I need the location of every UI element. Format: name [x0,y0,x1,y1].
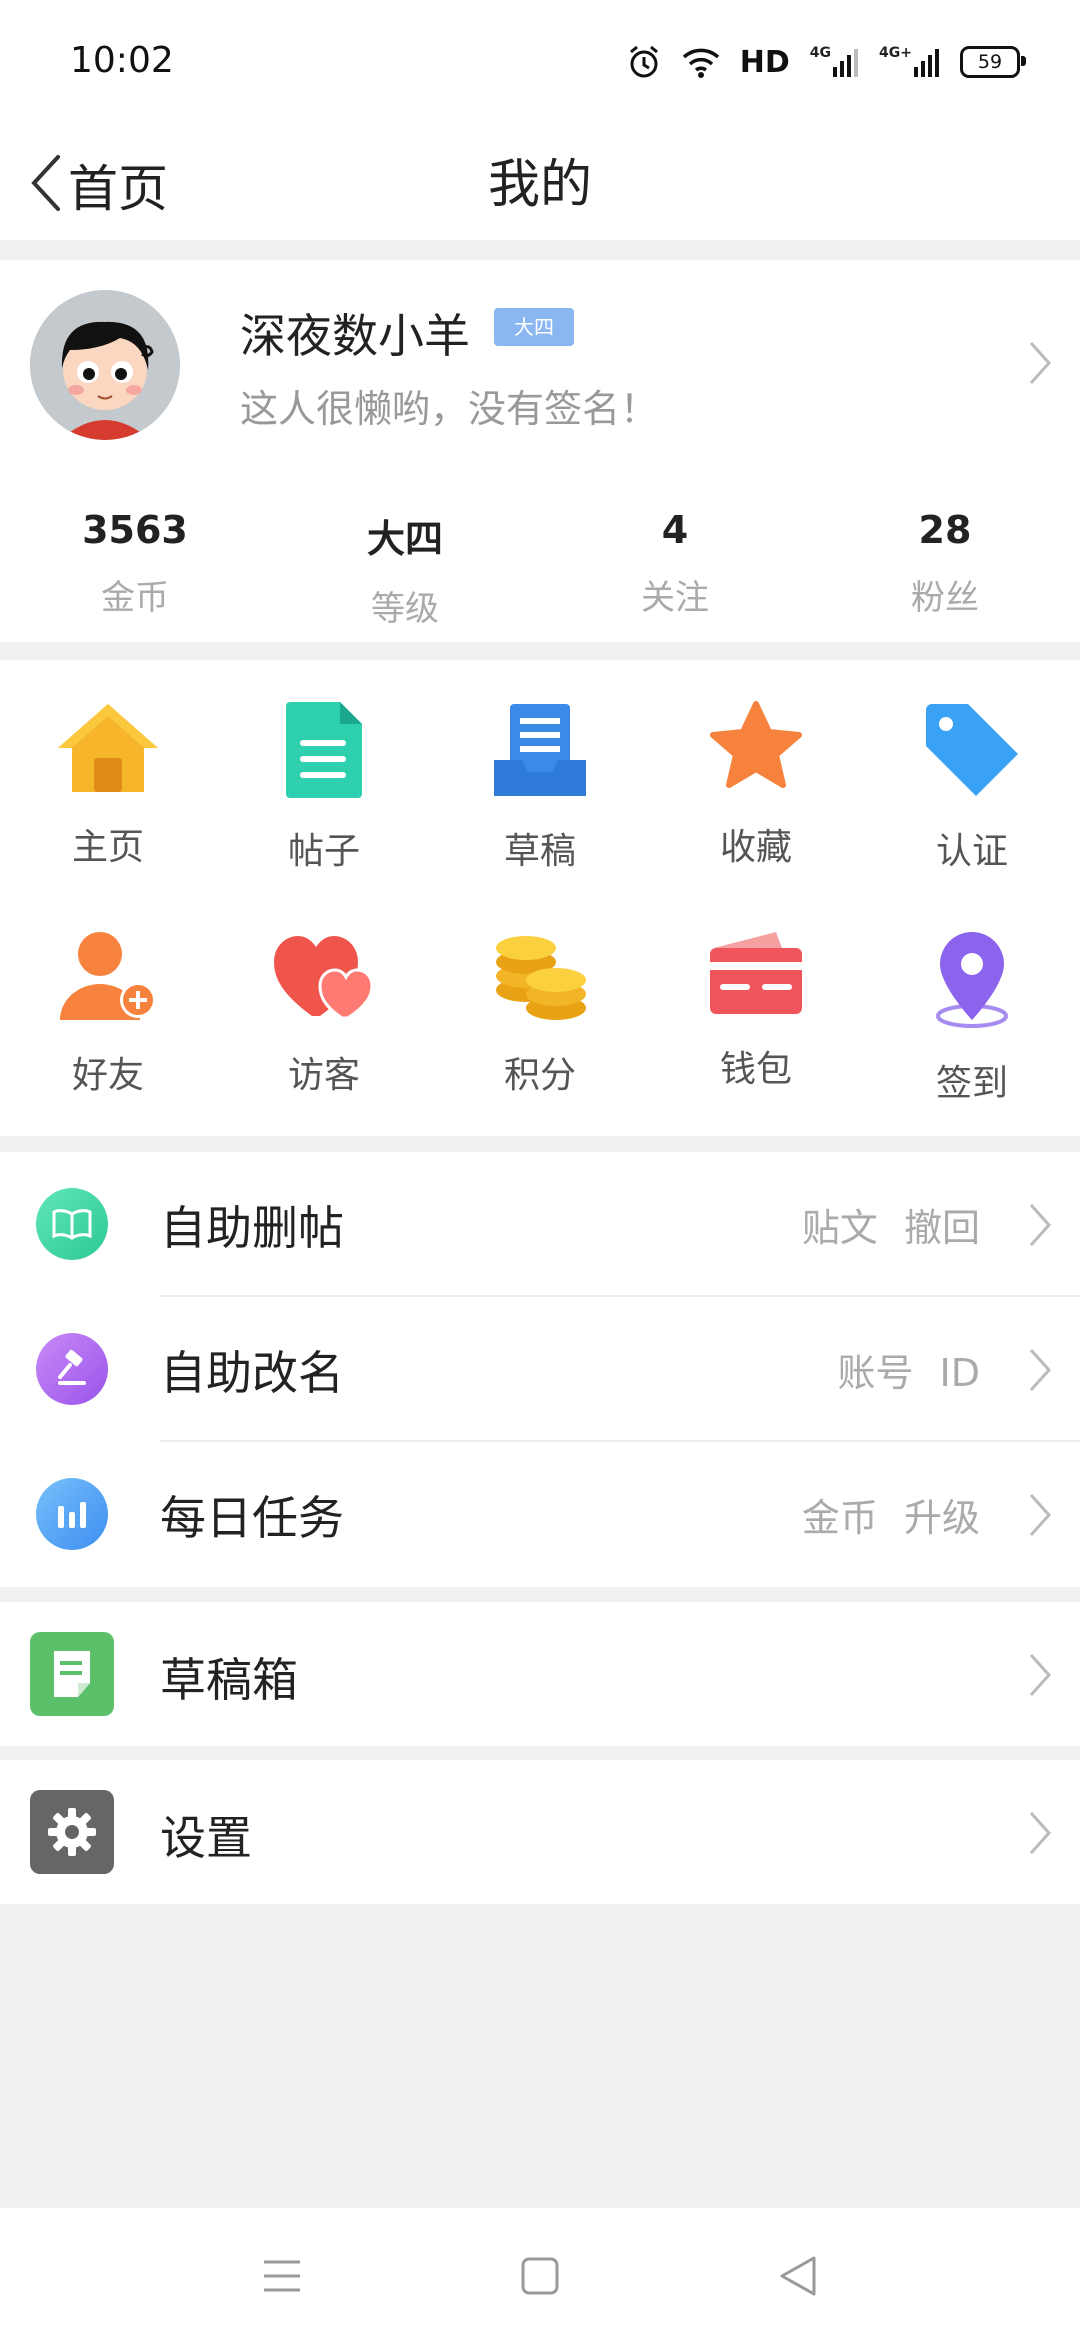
grid-row: 好友 访客 积分 钱包 签到 [0,888,1080,1104]
grid-label: 认证 [935,831,1008,872]
list-item-self-delete[interactable]: 自助删帖 贴文 撤回 [0,1152,1080,1297]
chevron-right-icon [1028,1652,1052,1702]
chevron-left-icon [28,153,64,217]
alarm-icon [626,44,662,80]
stat-value: 28 [918,508,972,552]
signal-4g-icon: 4G [810,45,859,77]
list-label: 自助删帖 [160,1200,344,1255]
grid-item-drafts[interactable]: 草稿 [432,660,648,872]
menu-icon[interactable] [252,2246,312,2306]
list-item-daily-tasks[interactable]: 每日任务 金币 升级 [0,1442,1080,1587]
grid-item-favorites[interactable]: 收藏 [648,660,864,868]
location-pin-icon [917,928,1027,1032]
avatar[interactable] [30,290,180,440]
grid-label: 收藏 [719,827,792,868]
service-list: 自助删帖 贴文 撤回 自助改名 账号 ID 每日任务 金币 升级 [0,1152,1080,1587]
coins-icon [485,928,595,1024]
back-button[interactable]: 首页 [28,140,168,230]
gear-icon [30,1790,114,1874]
grid-item-wallet[interactable]: 钱包 [648,888,864,1090]
level-badge: 大四 [494,308,574,346]
list-trail: 账号 ID [837,1351,980,1395]
chevron-right-icon [1028,1347,1052,1397]
list-label: 自助改名 [160,1345,344,1400]
grid-item-posts[interactable]: 帖子 [216,660,432,872]
grid-item-visitors[interactable]: 访客 [216,888,432,1096]
home-icon [53,700,163,796]
wifi-icon [682,46,720,78]
grid-label: 草稿 [503,831,576,872]
grid-label: 访客 [287,1055,360,1096]
chevron-right-icon [1028,1492,1052,1542]
feature-grid: 主页 帖子 草稿 收藏 认证 好友 访客 积分 钱包 签到 [0,660,1080,1136]
signal-4g-plus-icon: 4G+ [879,45,940,77]
grid-item-checkin[interactable]: 签到 [864,888,1080,1104]
avatar-image [30,290,180,440]
system-nav-bar [0,2208,1080,2340]
list-item-draft-box[interactable]: 草稿箱 [0,1602,1080,1746]
draft-tray-icon [485,700,595,800]
grid-item-friends[interactable]: 好友 [0,888,216,1096]
grid-item-verify[interactable]: 认证 [864,660,1080,872]
status-icons: HD 4G 4G+ 59 [626,42,1026,82]
stat-coins[interactable]: 3563 金币 [0,500,270,630]
battery-icon: 59 [960,46,1026,78]
stats-row: 3563 金币 大四 等级 4 关注 28 粉丝 [0,500,1080,630]
status-bar: 10:02 HD 4G 4G+ 59 [0,0,1080,130]
profile-card[interactable]: 深夜数小羊 大四 这人很懒哟，没有签名！ 3563 金币 大四 等级 4 关注 … [0,260,1080,642]
back-triangle-icon[interactable] [768,2246,828,2306]
list-label: 每日任务 [160,1490,344,1545]
grid-label: 帖子 [287,831,360,872]
grid-item-points[interactable]: 积分 [432,888,648,1096]
stat-following[interactable]: 4 关注 [540,500,810,630]
nav-bar: 我的 首页 [0,130,1080,240]
stat-value: 4 [661,508,689,552]
chevron-right-icon [1028,1810,1052,1860]
gavel-icon [36,1333,108,1405]
home-button-icon[interactable] [510,2246,570,2306]
chevron-right-icon [1028,1202,1052,1252]
back-label: 首页 [68,160,168,218]
list-label: 草稿箱 [160,1653,298,1707]
grid-item-home[interactable]: 主页 [0,660,216,868]
grid-label: 签到 [935,1063,1008,1104]
list-label: 设置 [160,1811,252,1865]
document-icon [269,700,379,800]
signature: 这人很懒哟，没有签名！ [240,387,659,431]
list-item-settings[interactable]: 设置 [0,1760,1080,1904]
grid-label: 主页 [71,827,144,868]
star-icon [701,700,811,796]
stat-label: 等级 [371,589,439,629]
stat-label: 粉丝 [911,578,979,618]
chevron-right-icon [1028,340,1052,390]
bar-chart-icon [36,1478,108,1550]
list-trail: 金币 升级 [801,1496,980,1540]
note-icon [30,1632,114,1716]
stat-value: 3563 [82,508,188,552]
grid-label: 好友 [71,1055,144,1096]
stat-label: 关注 [641,578,709,618]
book-icon [36,1188,108,1260]
stat-label: 金币 [101,578,169,618]
wallet-icon [701,928,811,1018]
grid-row: 主页 帖子 草稿 收藏 认证 [0,660,1080,872]
list-item-rename[interactable]: 自助改名 账号 ID [0,1297,1080,1442]
status-time: 10:02 [70,40,174,81]
stat-followers[interactable]: 28 粉丝 [810,500,1080,630]
grid-label: 钱包 [719,1049,792,1090]
username: 深夜数小羊 [240,309,470,363]
tag-icon [917,700,1027,800]
stat-value: 大四 [366,517,443,561]
hd-icon: HD [739,44,790,80]
list-trail: 贴文 撤回 [801,1206,980,1250]
add-friend-icon [53,928,163,1024]
stat-level[interactable]: 大四 等级 [270,500,540,630]
grid-label: 积分 [503,1055,576,1096]
hearts-icon [269,928,379,1024]
